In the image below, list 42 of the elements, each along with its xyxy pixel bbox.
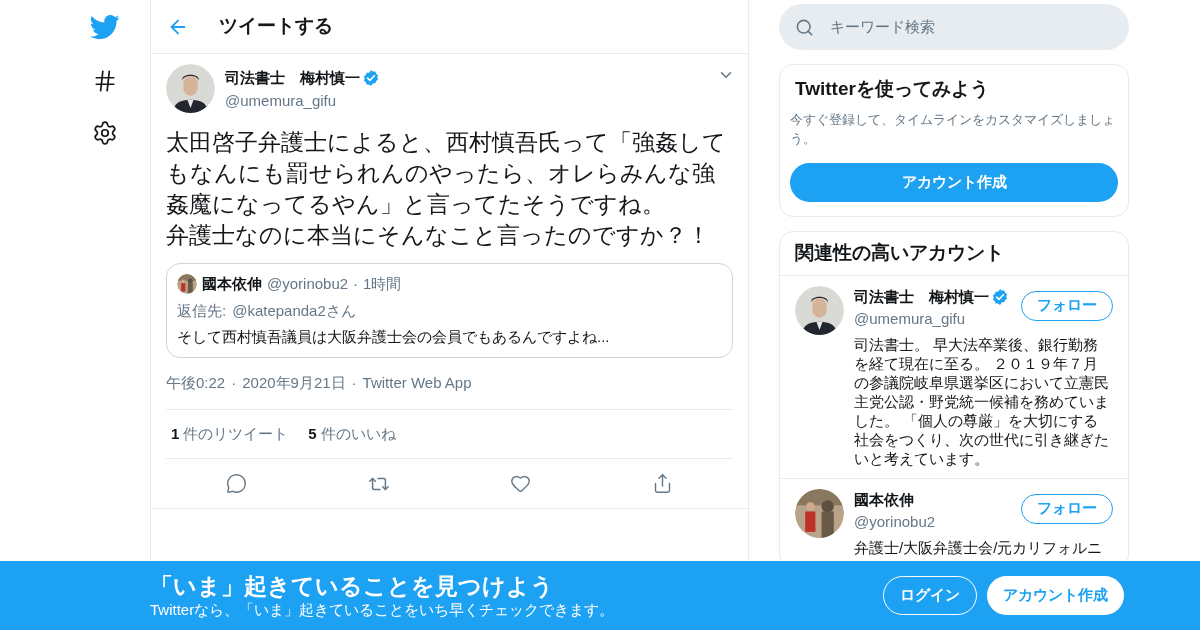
author-name[interactable]: 司法書士 梅村慎一 — [225, 67, 360, 90]
verified-badge-icon — [991, 287, 1009, 306]
tweet-text: 弁護士なのに本当にそんなこと言ったのですか？！ — [166, 221, 711, 250]
tweet-meta-text: · — [231, 372, 237, 393]
stat-link[interactable]: 1 件のリツイート — [171, 422, 289, 446]
quoted-tweet[interactable]: 國本依伸 @yorinobu2 · 1時間 返信先: @katepanda2さん そして西村慎吾議員は大阪弁護士会の会員でもあるんですよね... — [166, 263, 733, 358]
account-bio: 弁護士/大阪弁護士会/元カリフォルニ — [854, 537, 1104, 557]
quoted-text: そして西村慎吾議員は大阪弁護士会の会員でもあるんですよね... — [177, 327, 611, 347]
reply-to-link[interactable]: @katepanda2さん — [232, 299, 356, 322]
signup-button[interactable]: アカウント作成 — [790, 162, 1118, 202]
card-text: 今すぐ登録して、タイムラインをカスタマイズしましょう。 — [790, 110, 1116, 148]
account-handle[interactable]: @yorinobu2 — [854, 511, 936, 534]
quoted-time: 1時間 — [363, 274, 402, 294]
reply-label: 返信先: — [177, 300, 227, 321]
banner-subtitle: Twitterなら、「いま」起きていることをいち早くチェックできます。 — [150, 600, 616, 619]
tweet-text: 太田啓子弁護士によると、西村慎吾氏って「強姦してもなんにも罰せられんのやったら、オレらみんな強姦魔になってるやん」と言ってたそうですね。 — [166, 128, 727, 219]
page-title: ツイートする — [219, 14, 333, 39]
quoted-author-name: 國本依伸 — [202, 274, 262, 294]
tweet-meta-text: 午後0:22 — [166, 372, 226, 393]
verified-badge-icon — [362, 69, 380, 88]
bird-logo-icon[interactable] — [90, 12, 120, 42]
tweet-meta-text: · — [351, 372, 357, 393]
like-icon[interactable] — [510, 473, 532, 494]
quoted-author-handle: @yorinobu2 — [267, 274, 349, 294]
banner-title: 「いま」起きていることを見つけよう — [150, 572, 555, 600]
tweet-meta-text: 2020年9月21日 — [242, 372, 346, 393]
account-handle[interactable]: @umemura_gifu — [854, 308, 1009, 331]
search-icon — [795, 17, 814, 37]
account-bio: 司法書士。 早大法卒業後、銀行勤務を経て現在に至る。 ２０１９年７月の参議院岐阜県選挙区において立憲民主党公認・野党統一候補を務めていました。 「個人の尊厳」を大切にする社会をつくり、次の世代に引き継ぎたいと考えています。 — [854, 334, 1110, 468]
separator-dot: · — [353, 274, 359, 294]
search-field[interactable]: キーワード検索 — [779, 4, 1129, 50]
search-input[interactable]: キーワード検索 — [830, 15, 1113, 39]
tweet-meta-text: Twitter Web App — [362, 372, 472, 393]
card-title: 関連性の高いアカウント — [795, 240, 1004, 265]
account-name[interactable]: 國本依伸 — [854, 488, 914, 511]
signup-button[interactable]: アカウント作成 — [987, 576, 1124, 615]
reply-icon[interactable] — [226, 473, 248, 494]
card-title: Twitterを使ってみよう — [794, 77, 990, 101]
stat-link[interactable]: 5 件のいいね — [308, 422, 396, 446]
author-handle[interactable]: @umemura_gifu — [225, 89, 707, 112]
account-name[interactable]: 司法書士 梅村慎一 — [854, 285, 989, 308]
settings-icon[interactable] — [92, 120, 118, 146]
